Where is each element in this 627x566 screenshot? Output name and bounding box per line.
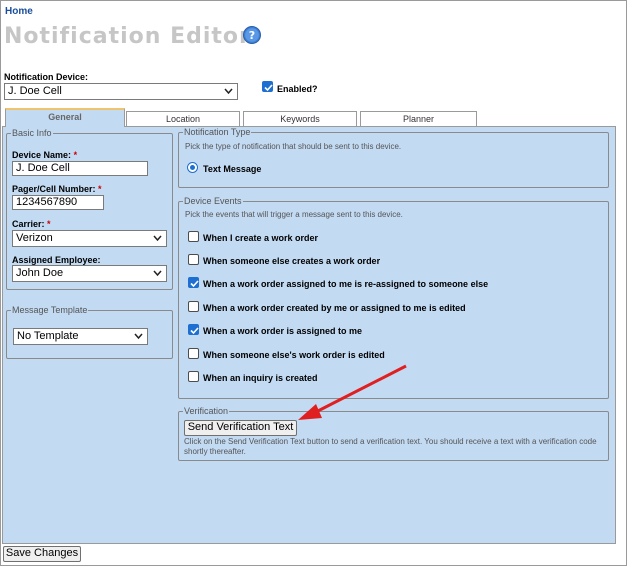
event-checkbox[interactable] [188,371,199,382]
tab-planner[interactable]: Planner [360,111,477,126]
device-events-legend: Device Events [184,196,242,206]
basic-info-legend: Basic Info [12,128,52,138]
carrier-select[interactable]: Verizon [12,230,167,247]
notification-device-label: Notification Device: [4,72,89,82]
notification-device-value: J. Doe Cell [8,85,62,97]
tab-location[interactable]: Location [126,111,240,126]
event-checkbox[interactable] [188,348,199,359]
chevron-down-icon [153,235,162,242]
text-message-label: Text Message [203,164,262,174]
notification-device-select[interactable]: J. Doe Cell [4,83,238,100]
verification-description: Click on the Send Verification Text butt… [184,437,597,456]
event-label: When a work order assigned to me is re-a… [203,279,489,289]
chevron-down-icon [224,88,233,95]
device-events-hint: Pick the events that will trigger a mess… [185,210,403,219]
event-checkbox[interactable] [188,324,199,335]
carrier-value: Verizon [16,232,53,244]
tab-general[interactable]: General [5,108,125,127]
svg-text:?: ? [249,29,255,42]
message-template-legend: Message Template [12,305,88,315]
pager-number-input[interactable]: 1234567890 [12,195,104,210]
event-checkbox[interactable] [188,254,199,265]
checkmark-icon [190,280,199,288]
message-template-select[interactable]: No Template [13,328,148,345]
tab-keywords[interactable]: Keywords [243,111,357,126]
save-changes-button[interactable]: Save Changes [3,546,81,562]
breadcrumb-home-link[interactable]: Home [5,6,33,17]
page-title: Notification Editor [4,24,251,49]
event-label: When a work order is assigned to me [203,326,363,336]
carrier-label: Carrier: * [12,219,51,229]
annotation-arrow-icon [298,364,407,420]
enabled-label: Enabled? [277,84,318,94]
assigned-employee-label: Assigned Employee: [12,255,101,265]
notification-type-fieldset: Notification Type [178,127,609,188]
chevron-down-icon [134,333,143,340]
assigned-employee-value: John Doe [16,267,64,279]
chevron-down-icon [153,270,162,277]
checkmark-icon [264,84,273,92]
checkmark-icon [190,327,199,335]
event-label: When someone else's work order is edited [203,350,385,360]
event-checkbox[interactable] [188,231,199,242]
enabled-checkbox[interactable] [262,81,273,92]
device-name-label: Device Name: * [12,150,78,160]
event-label: When I create a work order [203,233,319,243]
assigned-employee-select[interactable]: John Doe [12,265,167,282]
help-icon[interactable]: ? [243,26,261,44]
event-checkbox[interactable] [188,277,199,288]
send-verification-button[interactable]: Send Verification Text [184,420,297,436]
event-label: When someone else creates a work order [203,256,381,266]
pager-number-label: Pager/Cell Number: * [12,184,102,194]
device-name-input[interactable]: J. Doe Cell [12,161,148,176]
notification-type-hint: Pick the type of notification that shoul… [185,142,402,151]
message-template-value: No Template [17,330,79,342]
text-message-radio[interactable] [187,162,198,173]
verification-legend: Verification [184,406,229,416]
event-checkbox[interactable] [188,301,199,312]
notification-type-legend: Notification Type [184,127,251,137]
event-label: When a work order created by me or assig… [203,303,466,313]
